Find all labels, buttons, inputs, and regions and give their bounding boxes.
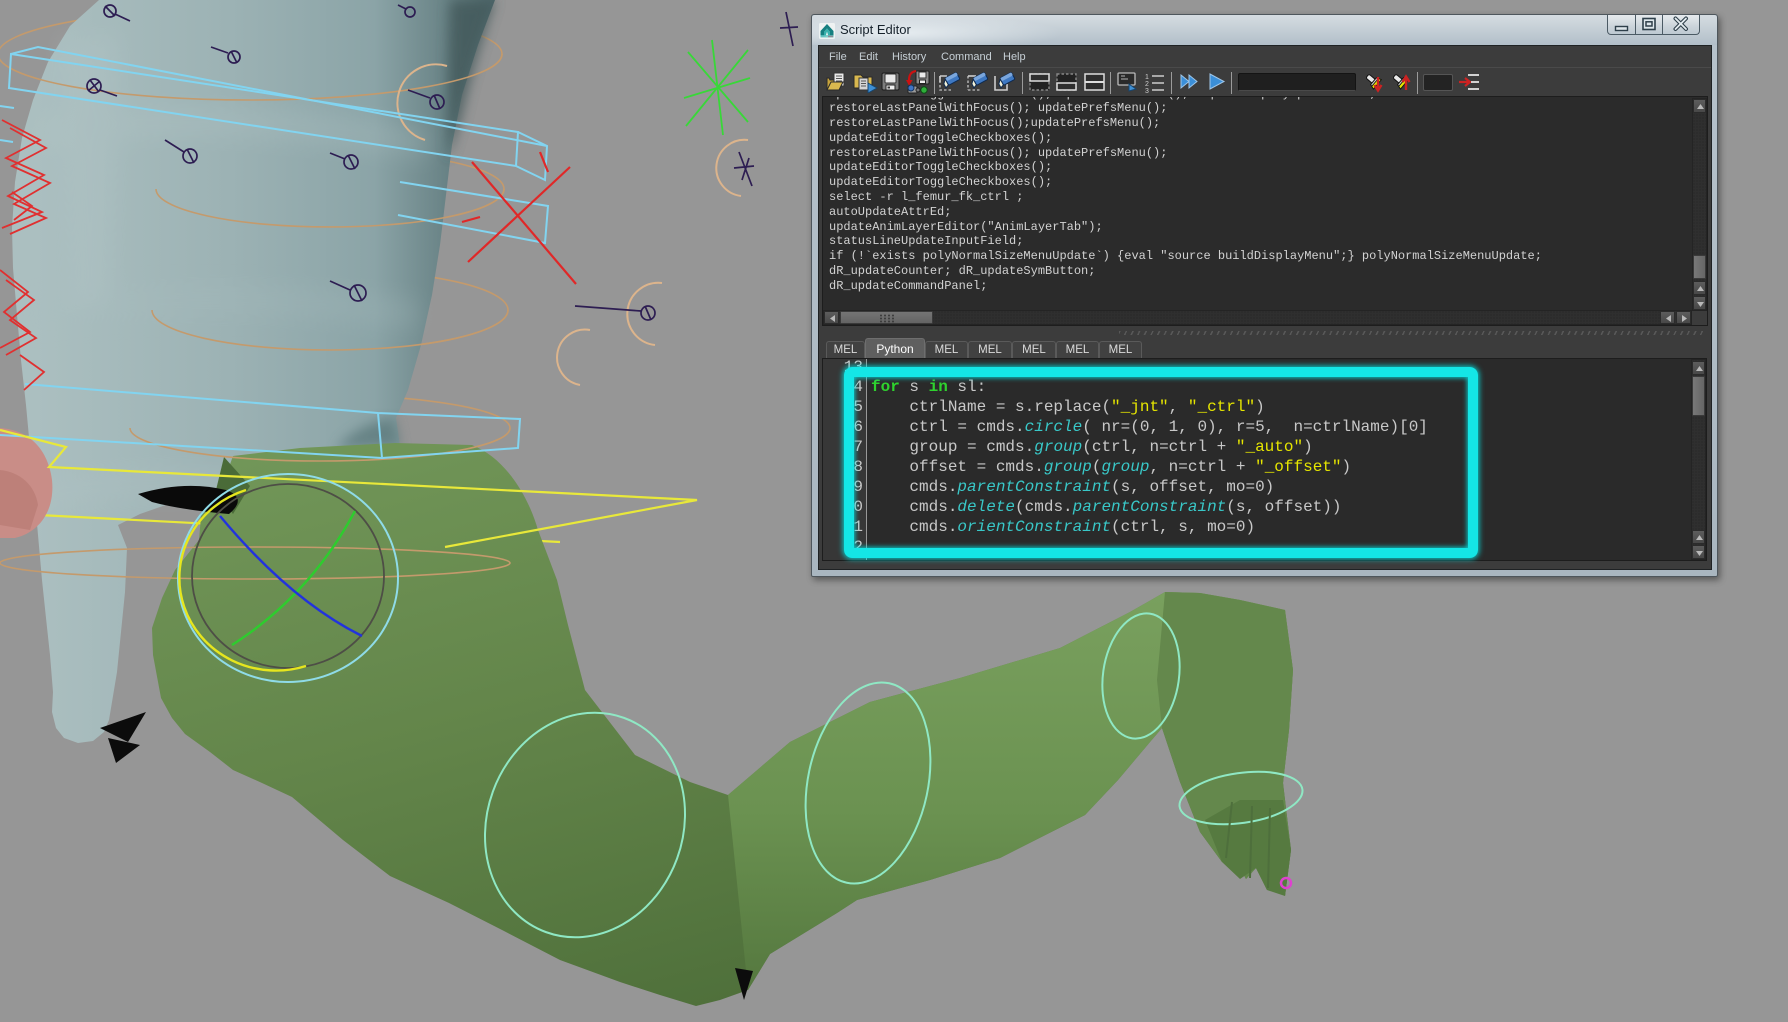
svg-text:1: 1 [1145,74,1149,81]
svg-text:3: 3 [1145,88,1149,94]
svg-text:2: 2 [1145,81,1149,88]
